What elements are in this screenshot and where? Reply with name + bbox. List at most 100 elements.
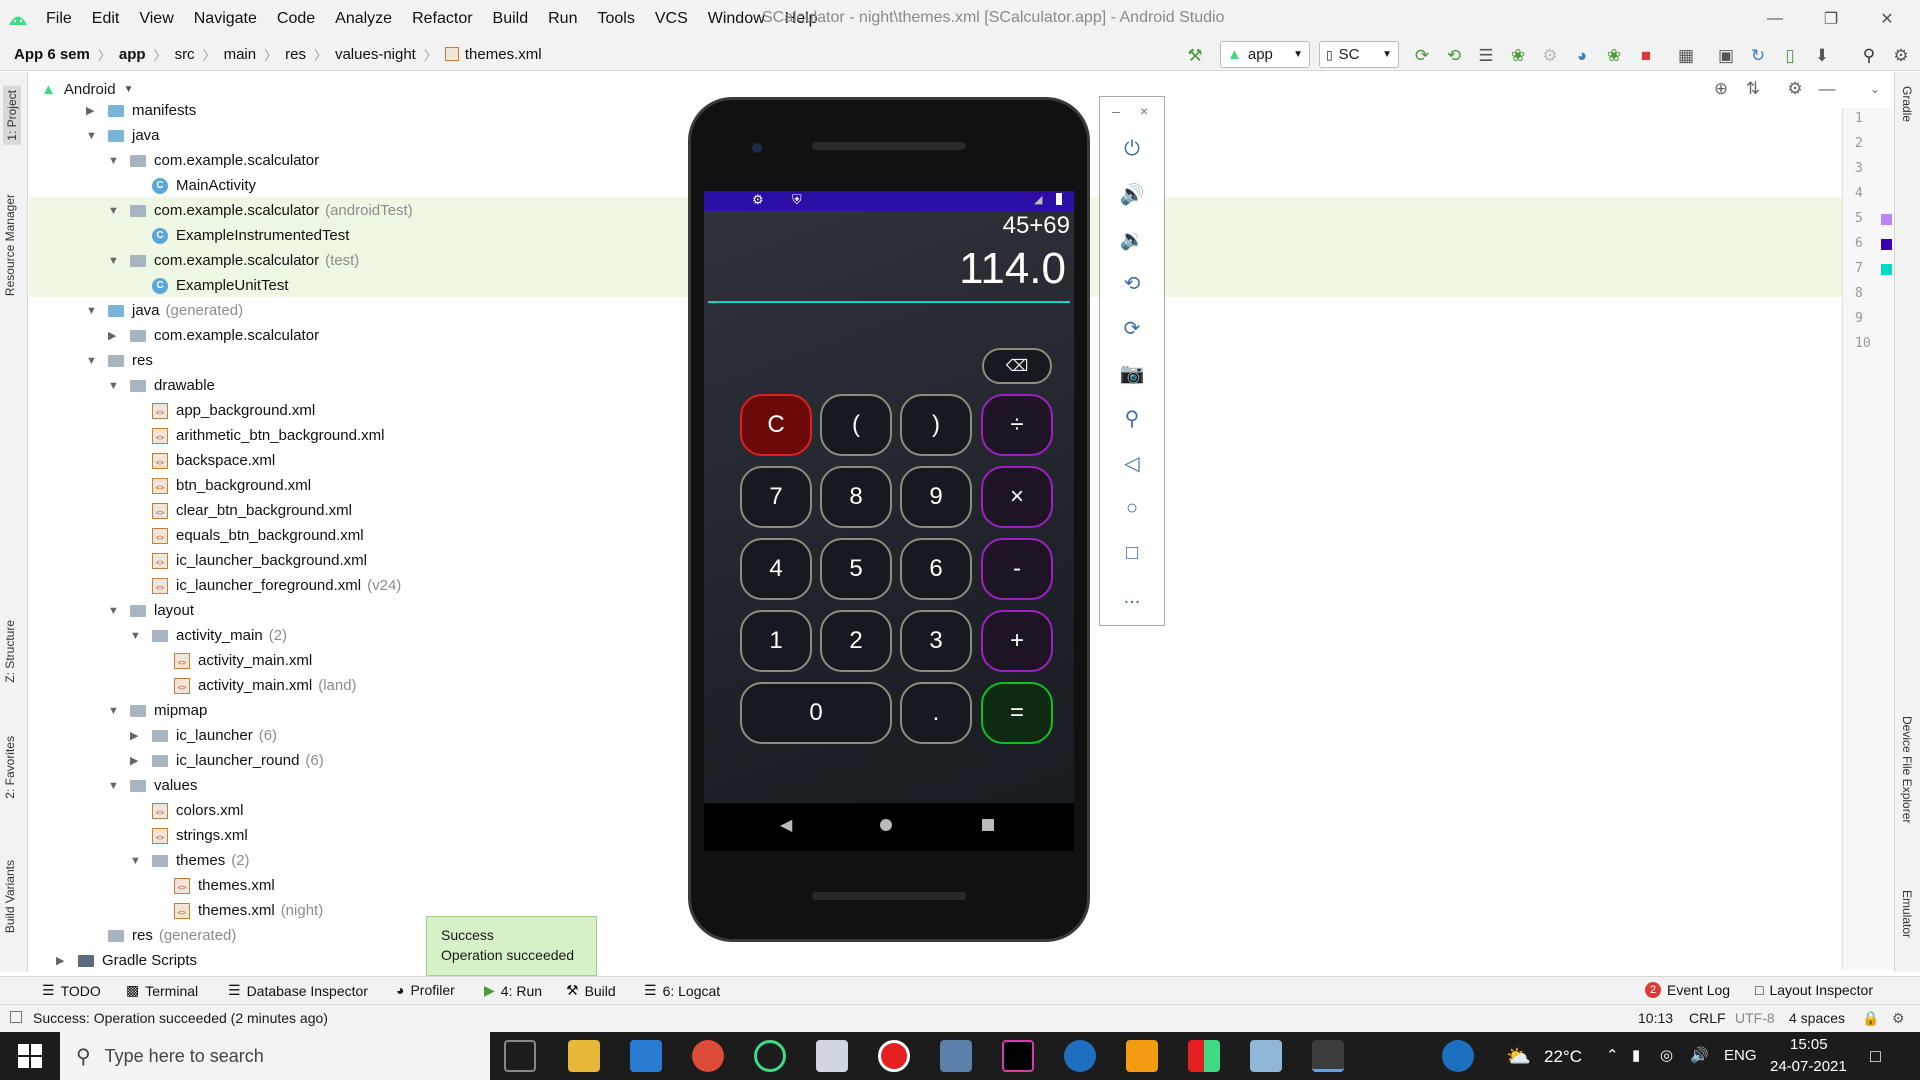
tab-structure[interactable]: Z: Structure [3,620,17,683]
vscode-icon[interactable] [630,1040,662,1072]
file-explorer-icon[interactable] [568,1040,600,1072]
restore-button[interactable]: ❐ [1803,0,1859,38]
tree-row[interactable]: ▼ drawable [108,373,215,398]
calc-key[interactable]: 6 [900,538,972,600]
avd-manager-icon[interactable]: ▣ [1715,45,1737,67]
project-structure-icon[interactable]: ▦ [1675,45,1697,67]
tree-row[interactable]: <> btn_background.xml [130,473,311,498]
device-manager-icon[interactable]: ▯ [1779,45,1801,67]
tree-row[interactable]: C ExampleUnitTest [130,273,289,298]
tree-row[interactable]: <> themes.xml [152,873,275,898]
calc-key[interactable]: 2 [820,610,892,672]
screenshot-icon[interactable]: 📷 [1118,359,1146,387]
menu-run[interactable]: Run [538,10,587,28]
tree-row[interactable]: ▶ ic_launcher_round (6) [130,748,324,773]
sdk-manager-icon[interactable]: ⬇ [1811,45,1833,67]
breadcrumb-file[interactable]: themes.xml [465,46,542,63]
calc-key[interactable]: . [900,682,972,744]
calc-key[interactable]: 9 [900,466,972,528]
app-icon[interactable] [754,1040,786,1072]
tree-row[interactable]: ▼ themes (2) [130,848,250,873]
tree-row[interactable]: ▼ layout [108,598,194,623]
todo-tab[interactable]: ☰ TODO [42,982,101,999]
app-icon[interactable] [1250,1040,1282,1072]
tree-row[interactable]: ▼ mipmap [108,698,207,723]
run-tab[interactable]: ▶ 4: Run [484,982,542,999]
tree-row[interactable]: <> backspace.xml [130,448,275,473]
network-icon[interactable]: ◎ [1660,1046,1673,1064]
project-view-select[interactable]: Android [64,81,116,98]
tree-row[interactable]: ▼ res [86,348,153,373]
status-toggle-icon[interactable] [10,1011,22,1023]
clock-time[interactable]: 15:05 [1790,1036,1828,1053]
line-separator[interactable]: CRLF [1689,1010,1726,1026]
run-config-select[interactable]: ▲ app ▼ [1220,41,1310,68]
volume-down-icon[interactable]: 🔉 [1118,225,1146,253]
more-icon[interactable]: ... [1118,583,1146,611]
tree-row[interactable]: <> activity_main.xml [152,648,312,673]
minimize-button[interactable]: — [1747,0,1803,38]
calc-key[interactable]: 0 [740,682,892,744]
recents-icon[interactable] [982,819,994,831]
search-icon[interactable]: ⚲ [1858,45,1880,67]
menu-vcs[interactable]: VCS [645,10,698,28]
tree-row[interactable]: ▼ values [108,773,197,798]
chrome-icon[interactable] [692,1040,724,1072]
calc-key[interactable]: 8 [820,466,892,528]
logcat-tab[interactable]: ☰ 6: Logcat [644,982,720,999]
tree-row[interactable]: <> clear_btn_background.xml [130,498,352,523]
volume-up-icon[interactable]: 🔊 [1118,180,1146,208]
overview-icon[interactable]: □ [1118,539,1146,567]
notifications-icon[interactable]: □ [1870,1046,1881,1067]
apply-changes-icon[interactable]: ⟲ [1443,45,1465,67]
calc-key[interactable]: 7 [740,466,812,528]
device-select[interactable]: ▯ SC ▼ [1319,41,1399,68]
calc-key[interactable]: 3 [900,610,972,672]
tree-row[interactable]: C MainActivity [130,173,256,198]
close-window-button[interactable]: ✕ [1859,0,1915,38]
language-indicator[interactable]: ENG [1724,1047,1757,1064]
app-icon[interactable] [816,1040,848,1072]
success-notification[interactable]: Success Operation succeeded [426,916,597,976]
expand-right-icon[interactable]: ▶ [130,754,144,767]
rotate-right-icon[interactable]: ⟳ [1118,314,1146,342]
tree-row[interactable]: ▶ ic_launcher (6) [130,723,277,748]
tab-favorites[interactable]: 2: Favorites [3,736,17,799]
app-icon[interactable] [1188,1040,1220,1072]
menu-tools[interactable]: Tools [587,10,644,28]
calc-key[interactable]: ) [900,394,972,456]
tree-row[interactable]: <> strings.xml [130,823,248,848]
menu-view[interactable]: View [129,10,183,28]
breadcrumb-res[interactable]: res [285,46,306,63]
tab-build-variants[interactable]: Build Variants [3,860,17,933]
layout-inspector-tab[interactable]: □ Layout Inspector [1755,982,1873,998]
intellij-icon[interactable] [1002,1040,1034,1072]
expand-down-icon[interactable]: ▼ [86,355,100,367]
attach-debugger-icon[interactable]: ⚙ [1539,45,1561,67]
expand-down-icon[interactable]: ▼ [130,855,144,867]
menu-refactor[interactable]: Refactor [402,10,482,28]
gear-icon[interactable]: ⚙ [1784,78,1806,100]
run-tests-icon[interactable]: ❀ [1603,45,1625,67]
android-studio-task-icon[interactable] [1312,1040,1344,1072]
close-emulator-button[interactable]: × [1140,103,1148,119]
home-icon[interactable] [880,819,892,831]
tree-row[interactable]: <> colors.xml [130,798,244,823]
menu-build[interactable]: Build [483,10,539,28]
calc-key[interactable]: C [740,394,812,456]
tree-row[interactable]: ▼ com.example.scalculator (androidTest) [108,198,413,223]
coverage-icon[interactable]: ☰ [1475,45,1497,67]
tree-row[interactable]: ▼ activity_main (2) [130,623,287,648]
tree-row[interactable]: <> arithmetic_btn_background.xml [130,423,384,448]
profile-icon[interactable]: ◕ [1571,45,1593,67]
clock-date[interactable]: 24-07-2021 [1770,1058,1847,1075]
breadcrumb-src[interactable]: src [175,46,195,63]
settings-icon[interactable]: ⚙ [1890,45,1912,67]
menu-code[interactable]: Code [267,10,325,28]
expand-down-icon[interactable]: ▼ [108,155,122,167]
taskbar-search[interactable]: ⚲ Type here to search [60,1032,490,1080]
event-log-tab[interactable]: 2 Event Log [1645,982,1730,998]
windows-start-icon[interactable] [18,1044,42,1068]
tree-row[interactable]: <> activity_main.xml (land) [152,673,357,698]
task-view-icon[interactable] [504,1040,536,1072]
